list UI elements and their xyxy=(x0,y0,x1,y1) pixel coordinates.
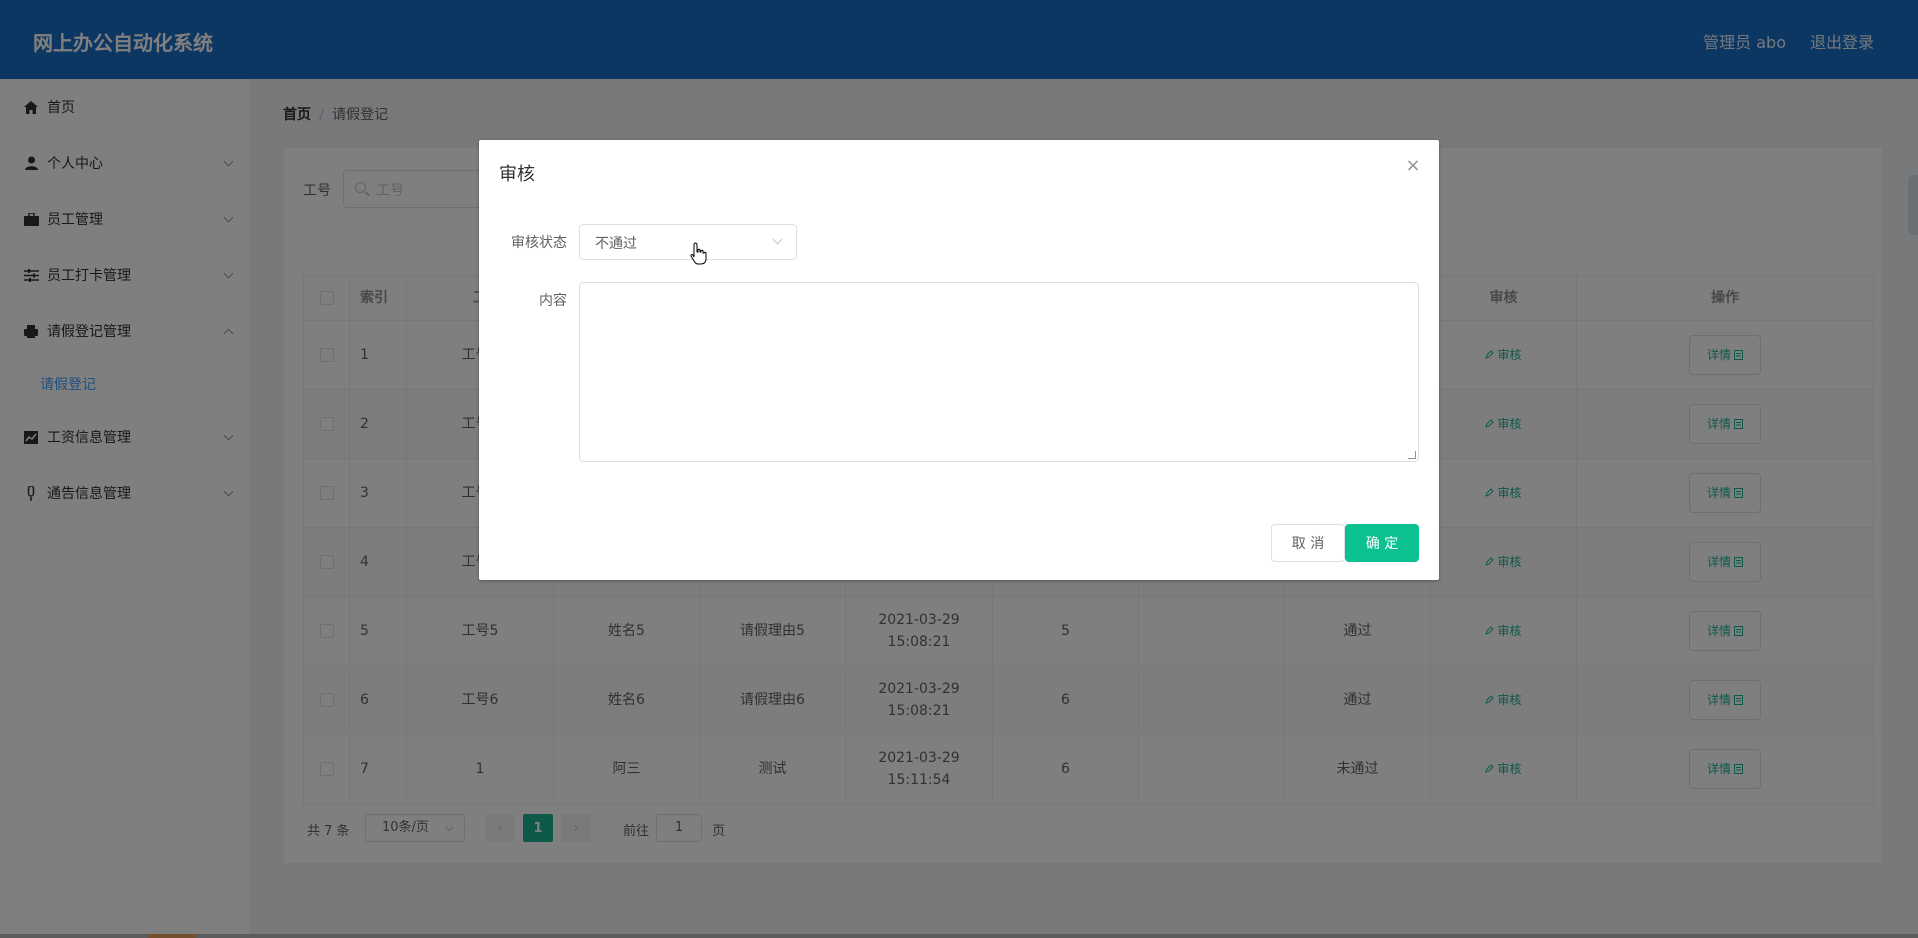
content-textarea[interactable] xyxy=(579,282,1419,462)
side-scroll-handle[interactable] xyxy=(1908,175,1918,235)
confirm-button[interactable]: 确 定 xyxy=(1345,524,1419,562)
resize-handle[interactable] xyxy=(1408,451,1416,459)
hand-pointer-icon xyxy=(690,242,707,265)
chevron-down-icon xyxy=(772,234,783,245)
cancel-button[interactable]: 取 消 xyxy=(1271,524,1345,562)
audit-status-select[interactable]: 不通过 xyxy=(579,224,797,260)
audit-status-value: 不通过 xyxy=(595,236,637,252)
dialog-title: 审核 xyxy=(499,164,535,185)
audit-dialog: 审核 × 审核状态 不通过 内容 取 消 确 定 xyxy=(479,140,1439,580)
content-label: 内容 xyxy=(539,293,567,309)
close-icon[interactable]: × xyxy=(1405,157,1421,175)
audit-status-label: 审核状态 xyxy=(511,235,567,251)
